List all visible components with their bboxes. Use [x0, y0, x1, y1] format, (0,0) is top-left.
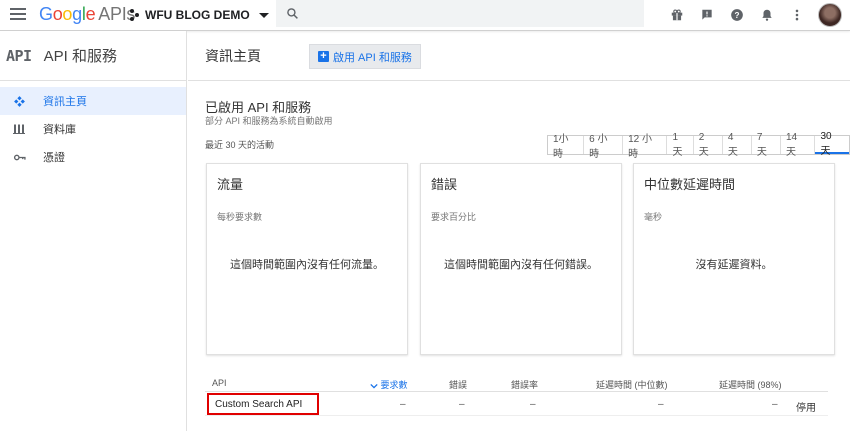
card-title: 流量: [217, 177, 244, 192]
cell-requests: –: [400, 399, 406, 410]
range-4d[interactable]: 4 天: [723, 132, 752, 158]
range-2d[interactable]: 2 天: [694, 132, 723, 158]
sidebar-title: API 和服務: [43, 48, 117, 65]
project-icon: [130, 9, 140, 21]
card-empty-message: 這個時間範圍內沒有任何錯誤。: [444, 259, 598, 271]
range-12h[interactable]: 12 小時: [623, 134, 668, 160]
feedback-icon[interactable]: [692, 0, 722, 30]
avatar[interactable]: [818, 3, 842, 27]
enable-apis-label: 啟用 API 和服務: [333, 51, 412, 64]
card-title: 錯誤: [431, 177, 458, 192]
api-brand-icon: API: [6, 46, 32, 65]
card-empty-message: 這個時間範圍內沒有任何流量。: [230, 259, 384, 271]
col-requests[interactable]: 要求數: [370, 378, 408, 391]
enable-apis-button[interactable]: + 啟用 API 和服務: [309, 44, 421, 69]
chevron-down-icon: [258, 12, 269, 18]
card-unit: 要求百分比: [431, 212, 477, 222]
top-bar: Google APIs WFU BLOG DEMO ?: [0, 0, 850, 31]
help-icon[interactable]: ?: [722, 0, 752, 30]
sidebar-item-library[interactable]: 資料庫: [0, 115, 186, 143]
col-errors: 錯誤: [449, 380, 468, 390]
library-icon: [12, 122, 26, 136]
cell-errors: –: [459, 399, 465, 410]
api-table: API 要求數 錯誤 錯誤率 延遲時間 (中位數) 延遲時間 (98%) Cus…: [205, 374, 828, 416]
search-icon: [287, 8, 298, 19]
google-apis-logo[interactable]: Google APIs: [39, 4, 135, 25]
bell-icon[interactable]: [752, 0, 782, 30]
time-range-selector: 1小時 6 小時 12 小時 1天 2 天 4 天 7 天 14 天 30 天: [547, 131, 850, 160]
cell-latency-98: –: [772, 399, 778, 410]
search-bar[interactable]: [276, 0, 644, 27]
card-unit: 每秒要求數: [217, 212, 263, 222]
errors-card: 錯誤 要求百分比 這個時間範圍內沒有任何錯誤。: [420, 163, 622, 355]
gift-icon[interactable]: [662, 0, 692, 30]
range-14d[interactable]: 14 天: [781, 132, 816, 158]
range-1h[interactable]: 1小時: [548, 134, 585, 160]
more-vert-icon[interactable]: [782, 0, 812, 30]
latency-card: 中位數延遲時間 毫秒 沒有延遲資料。: [633, 163, 835, 355]
cell-latency-median: –: [658, 399, 664, 410]
sort-chevron-icon: [370, 383, 378, 389]
card-title: 中位數延遲時間: [644, 177, 736, 192]
col-error-rate: 錯誤率: [511, 380, 539, 390]
col-latency-98: 延遲時間 (98%): [719, 380, 782, 390]
recent-activity-label: 最近 30 天的活動: [205, 140, 275, 150]
card-unit: 毫秒: [644, 212, 663, 222]
col-api: API: [212, 378, 227, 388]
add-icon: +: [318, 51, 329, 62]
sidebar-item-dashboard[interactable]: 資訊主頁: [0, 87, 186, 115]
range-30d[interactable]: 30 天: [815, 131, 849, 157]
api-name-link[interactable]: Custom Search API: [207, 393, 319, 415]
disable-link[interactable]: 停用: [796, 399, 816, 414]
project-selector[interactable]: WFU BLOG DEMO: [130, 6, 269, 24]
main-content: 資訊主頁 + 啟用 API 和服務 已啟用 API 和服務 部分 API 和服務…: [188, 31, 850, 431]
range-7d[interactable]: 7 天: [752, 132, 781, 158]
key-icon: [12, 150, 26, 164]
sidebar-item-label: 憑證: [43, 152, 65, 164]
svg-text:?: ?: [735, 11, 740, 20]
range-6h[interactable]: 6 小時: [584, 134, 624, 160]
sidebar-item-label: 資料庫: [43, 124, 76, 136]
sidebar-item-label: 資訊主頁: [43, 96, 87, 108]
search-input[interactable]: [307, 3, 644, 24]
sidebar-header: API API 和服務: [0, 31, 186, 81]
sidebar-item-credentials[interactable]: 憑證: [0, 143, 186, 171]
menu-icon[interactable]: [10, 8, 26, 22]
card-empty-message: 沒有延遲資料。: [695, 259, 773, 271]
dashboard-icon: [12, 94, 26, 108]
table-header: API 要求數 錯誤 錯誤率 延遲時間 (中位數) 延遲時間 (98%): [205, 374, 828, 392]
section-subtitle: 部分 API 和服務為系統自動啟用: [205, 116, 333, 126]
table-row: Custom Search API – – – – – 停用: [205, 392, 828, 416]
traffic-card: 流量 每秒要求數 這個時間範圍內沒有任何流量。: [206, 163, 408, 355]
cell-error-rate: –: [530, 399, 536, 410]
range-1d[interactable]: 1天: [667, 132, 694, 158]
col-latency-median: 延遲時間 (中位數): [596, 380, 668, 390]
project-name: WFU BLOG DEMO: [145, 8, 250, 22]
main-header: 資訊主頁: [188, 31, 850, 81]
page-title: 資訊主頁: [205, 47, 261, 64]
sidebar: API API 和服務 資訊主頁 資料庫 憑證: [0, 31, 187, 431]
